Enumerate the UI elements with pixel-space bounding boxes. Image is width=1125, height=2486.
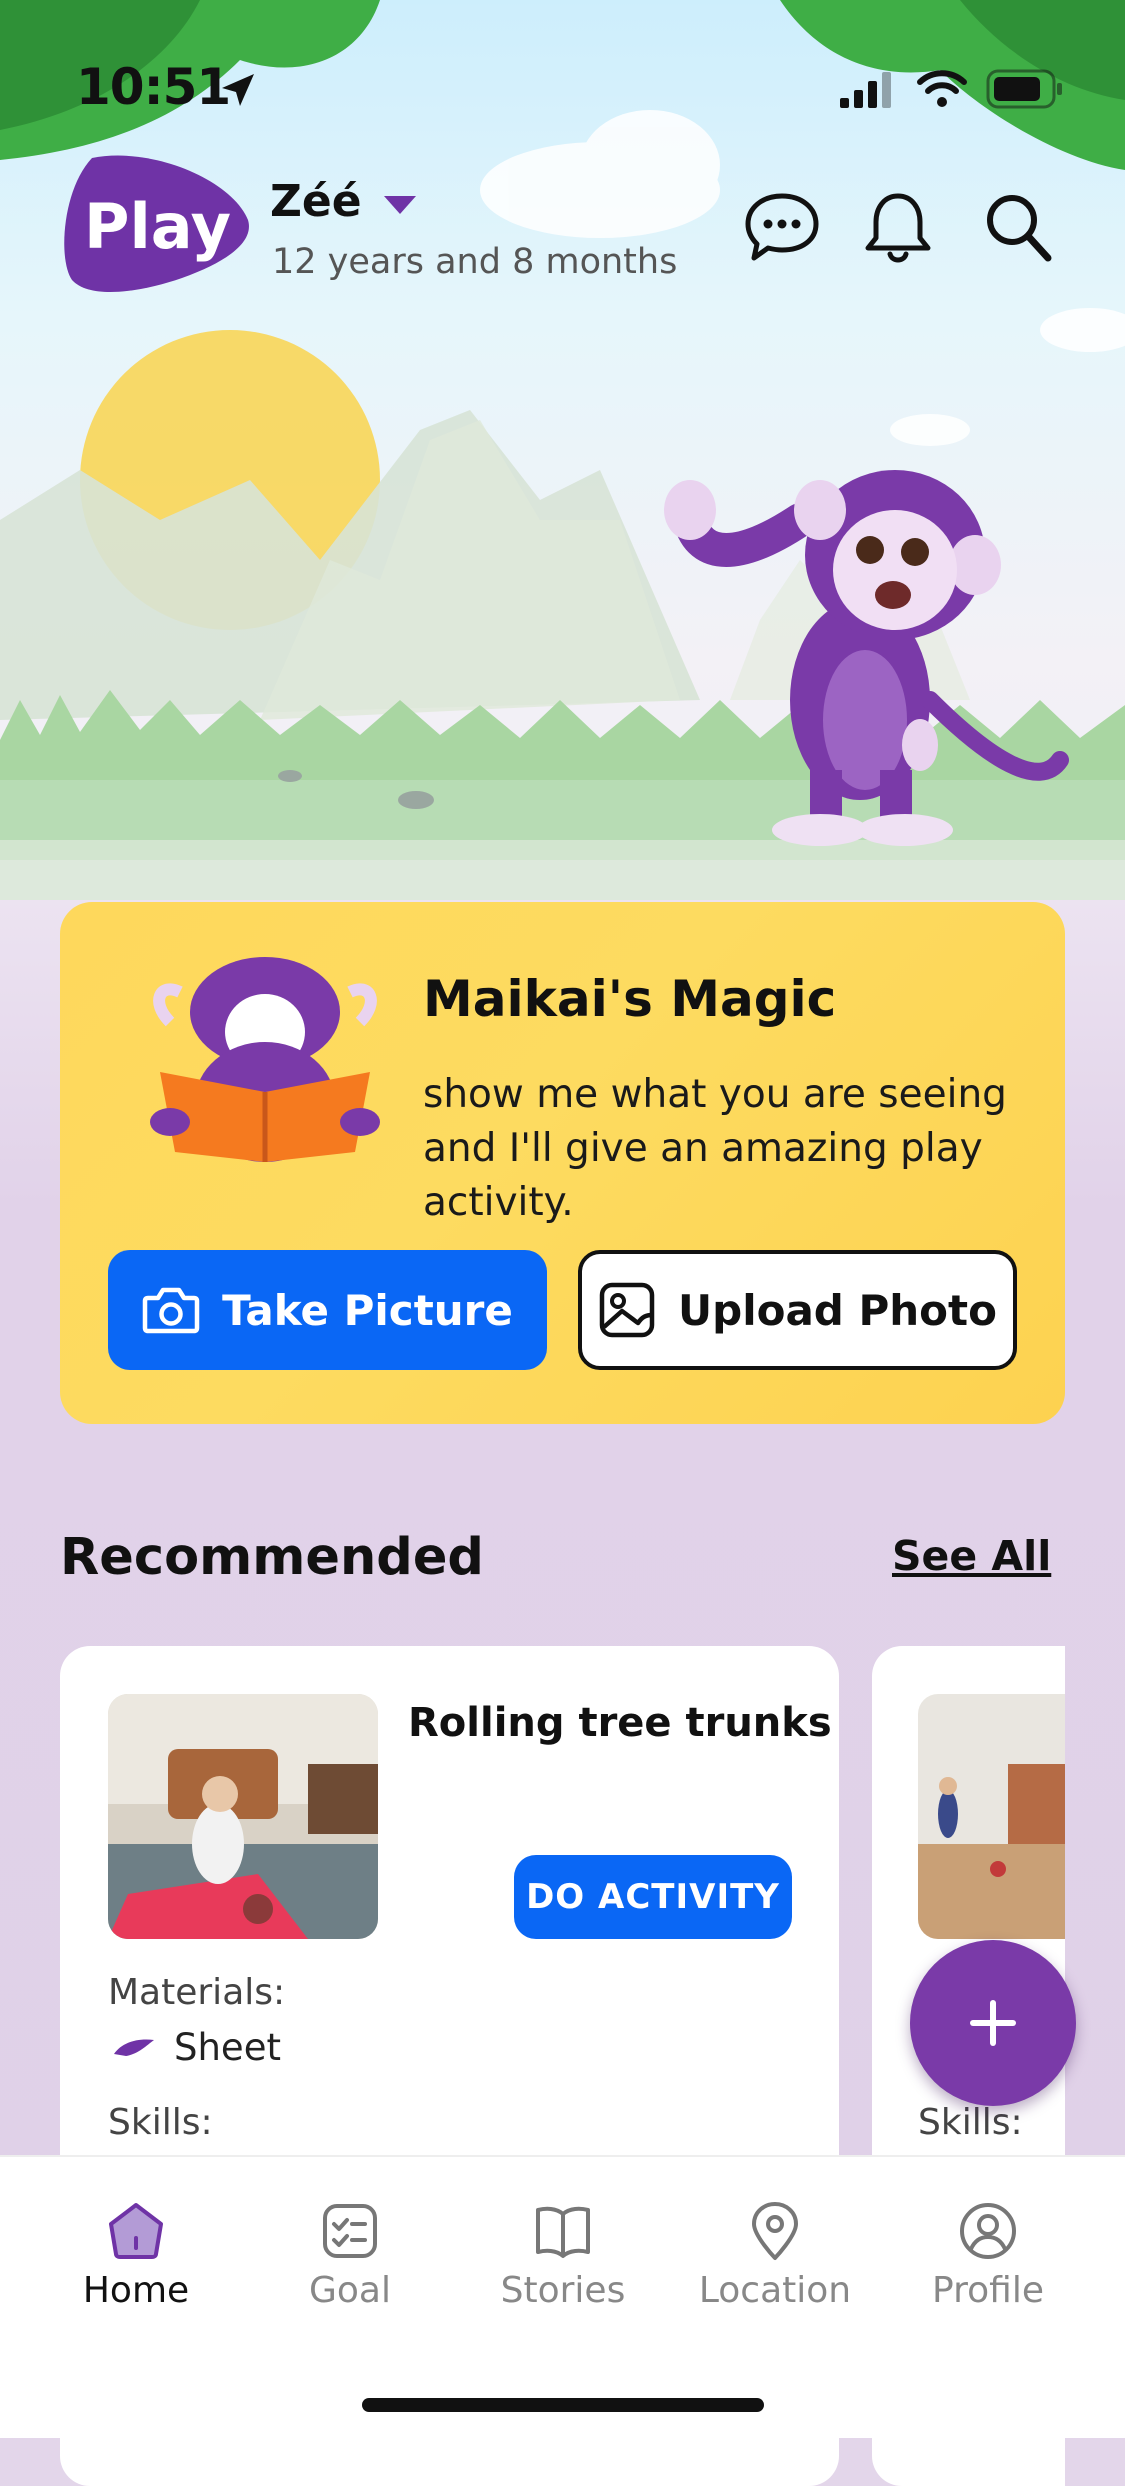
- tab-stories-label: Stories: [500, 2270, 626, 2311]
- tab-profile-label: Profile: [932, 2270, 1044, 2311]
- tab-goal[interactable]: Goal: [250, 2200, 450, 2311]
- book-icon: [536, 2206, 590, 2258]
- image-icon: [599, 1282, 655, 1338]
- take-picture-button[interactable]: Take Picture: [108, 1250, 547, 1370]
- profile-name[interactable]: Zéé: [270, 176, 362, 227]
- search-icon[interactable]: [978, 188, 1058, 268]
- take-picture-label: Take Picture: [222, 1285, 513, 1335]
- upload-photo-label: Upload Photo: [678, 1285, 997, 1335]
- tab-stories[interactable]: Stories: [463, 2200, 663, 2311]
- tab-location-label: Location: [698, 2270, 852, 2311]
- play-logo[interactable]: Play: [62, 150, 254, 298]
- activity-thumbnail-2: [918, 1694, 1065, 1939]
- skills-label: Skills:: [108, 2102, 213, 2143]
- chevron-down-icon[interactable]: [384, 196, 416, 214]
- svg-text:Play: Play: [84, 190, 231, 263]
- activity-title[interactable]: Rolling tree trunks: [408, 1700, 832, 1746]
- material-item: Sheet: [112, 2026, 281, 2069]
- sheet-icon: [114, 2039, 154, 2056]
- activity-thumbnail: [108, 1694, 378, 1939]
- status-time: 10:51: [76, 58, 231, 116]
- upload-photo-button[interactable]: Upload Photo: [578, 1250, 1017, 1370]
- profile-age: 12 years and 8 months: [272, 242, 678, 282]
- battery-icon: [986, 69, 1062, 109]
- camera-icon: [142, 1287, 200, 1334]
- profile-icon: [960, 2203, 1016, 2259]
- bell-icon[interactable]: [858, 188, 938, 268]
- materials-label: Materials:: [108, 1972, 286, 2013]
- tab-location[interactable]: Location: [675, 2200, 875, 2311]
- material-name: Sheet: [174, 2026, 281, 2069]
- magic-card-title: Maikai's Magic: [423, 970, 837, 1028]
- goal-checklist-icon: [323, 2204, 377, 2258]
- see-all-link[interactable]: See All: [892, 1532, 1051, 1580]
- magic-card-text: show me what you are seeing and I'll giv…: [423, 1072, 1007, 1225]
- home-icon: [109, 2203, 163, 2259]
- chat-icon[interactable]: [742, 188, 822, 268]
- tab-home[interactable]: Home: [36, 2200, 236, 2311]
- tab-home-label: Home: [82, 2270, 190, 2311]
- do-activity-button[interactable]: DO ACTIVITY: [514, 1855, 792, 1939]
- maikai-mascot-illustration: [150, 957, 380, 1162]
- recommended-title: Recommended: [60, 1528, 484, 1587]
- home-indicator: [362, 2398, 764, 2412]
- tab-goal-label: Goal: [309, 2270, 391, 2311]
- skills-label: Skills:: [918, 2102, 1023, 2143]
- tab-profile[interactable]: Profile: [888, 2200, 1088, 2311]
- cellular-signal-icon: [840, 72, 891, 108]
- location-pin-icon: [752, 2202, 798, 2260]
- plus-icon: [970, 2000, 1016, 2046]
- wifi-icon: [917, 70, 967, 107]
- location-arrow-icon: [222, 74, 254, 106]
- add-button[interactable]: [910, 1940, 1076, 2106]
